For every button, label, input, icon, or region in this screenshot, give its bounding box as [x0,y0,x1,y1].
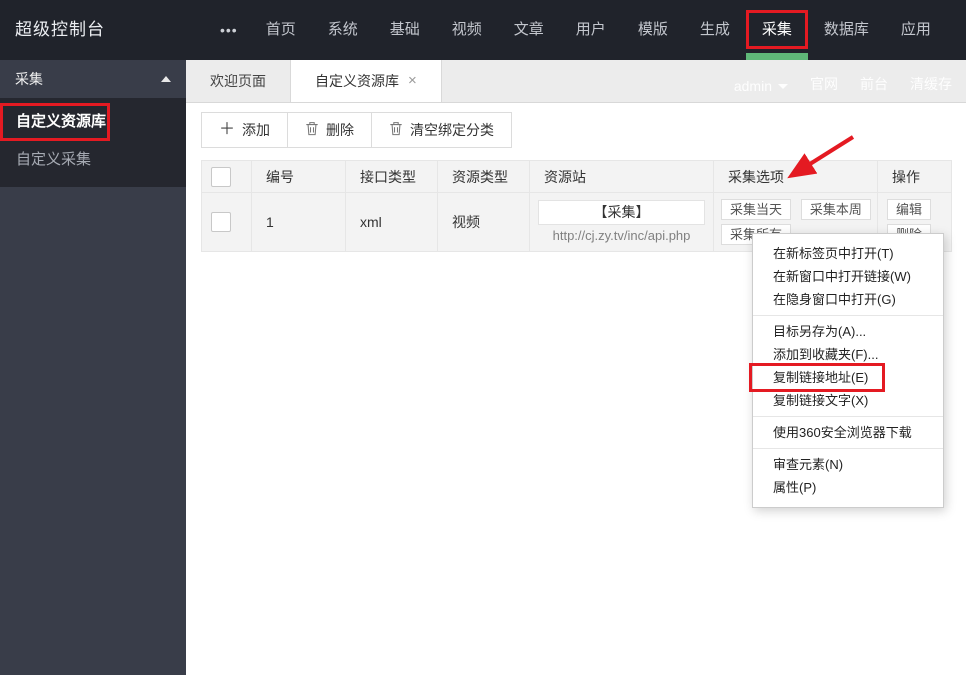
toolbar: ＋ 添加 删除 清空绑定分类 [201,112,951,148]
menu-item-label: 复制链接地址(E) [773,370,869,385]
link-official-site[interactable]: 官网 [810,74,838,94]
collect-week-button[interactable]: 采集本周 [800,199,871,220]
table-header-row: 编号 接口类型 资源类型 资源站 采集选项 操作 [201,160,952,193]
link-frontend[interactable]: 前台 [860,74,888,94]
nav-item-collect-label: 采集 [761,21,792,38]
col-header-site: 资源站 [529,160,714,193]
sidebar-item-custom-collect[interactable]: 自定义采集 [0,141,186,179]
menu-item-inspect-element[interactable]: 审查元素(N) [753,453,943,476]
clear-bound-category-button[interactable]: 清空绑定分类 [371,112,513,148]
col-header-api-type: 接口类型 [345,160,438,193]
row-site-cell: 【采集】 http://cj.zy.tv/inc/api.php [529,192,714,252]
nav-item-app[interactable]: 应用 [901,0,931,60]
trash-icon [389,121,403,139]
menu-item-copy-link-text[interactable]: 复制链接文字(X) [753,389,943,412]
user-menu[interactable]: admin [734,78,788,94]
top-header: 超级控制台 ••• 首页 系统 基础 视频 文章 用户 模版 生成 采集 数据库… [0,0,966,60]
close-icon[interactable]: × [408,60,417,102]
site-url-link[interactable]: http://cj.zy.tv/inc/api.php [538,227,705,245]
sidebar-group-label: 采集 [15,71,43,87]
row-api-type-cell: xml [345,192,438,252]
nav-active-indicator [745,53,808,60]
menu-separator [753,448,943,449]
sidebar-item-label: 自定义采集 [16,151,92,168]
edit-button[interactable]: 编辑 [887,199,932,220]
tab-custom-resource-lib[interactable]: 自定义资源库 × [291,60,442,102]
sidebar: 采集 自定义资源库 自定义采集 [0,60,186,675]
row-resource-type-cell: 视频 [437,192,530,252]
username: admin [733,78,772,94]
select-all-checkbox[interactable] [211,166,231,187]
nav-item-generate[interactable]: 生成 [700,0,730,60]
clear-button-label: 清空绑定分类 [410,122,495,138]
tab-bar: 欢迎页面 自定义资源库 × admin 官网 前台 清缓存 [186,60,966,103]
nav-item-collect[interactable]: 采集 [745,0,808,60]
add-button[interactable]: ＋ 添加 [201,112,289,148]
nav-item-article[interactable]: 文章 [514,0,544,60]
nav-item-database[interactable]: 数据库 [824,0,869,60]
tab-welcome[interactable]: 欢迎页面 [186,60,291,102]
nav-item-user[interactable]: 用户 [576,0,606,60]
menu-item-open-new-tab[interactable]: 在新标签页中打开(T) [753,242,943,265]
col-header-options: 采集选项 [713,160,878,193]
col-header-id: 编号 [251,160,346,193]
site-name-input[interactable]: 【采集】 [538,200,705,225]
delete-button-label: 删除 [326,122,355,138]
menu-item-copy-link-address[interactable]: 复制链接地址(E) [749,363,943,392]
sidebar-submenu: 自定义资源库 自定义采集 [0,98,186,187]
col-header-actions: 操作 [877,160,952,193]
sidebar-group-collect[interactable]: 采集 [0,60,186,98]
nav-item-basic[interactable]: 基础 [390,0,420,60]
chevron-down-icon [778,83,788,89]
delete-button[interactable]: 删除 [287,112,373,148]
menu-item-open-new-window[interactable]: 在新窗口中打开链接(W) [753,265,943,288]
add-button-label: 添加 [242,122,271,138]
menu-separator [753,315,943,316]
sidebar-item-custom-resource-lib[interactable]: 自定义资源库 [0,103,186,141]
row-checkbox[interactable] [211,212,231,232]
nav-item-home[interactable]: 首页 [266,0,296,60]
page: 超级控制台 ••• 首页 系统 基础 视频 文章 用户 模版 生成 采集 数据库… [0,0,966,675]
menu-item-save-target-as[interactable]: 目标另存为(A)... [753,320,943,343]
user-bar: admin 官网 前台 清缓存 [734,60,966,102]
plus-icon: ＋ [219,121,236,138]
collapse-up-icon [161,76,171,82]
context-menu: 在新标签页中打开(T) 在新窗口中打开链接(W) 在隐身窗口中打开(G) 目标另… [749,233,944,508]
tab-label: 自定义资源库 [315,73,399,89]
menu-item-open-incognito[interactable]: 在隐身窗口中打开(G) [753,288,943,311]
col-header-resource-type: 资源类型 [437,160,530,193]
menu-separator [753,416,943,417]
nav-item-template[interactable]: 模版 [638,0,668,60]
sidebar-item-label: 自定义资源库 [16,113,107,130]
nav-item-video[interactable]: 视频 [452,0,482,60]
menu-dots-icon[interactable]: ••• [220,0,238,60]
link-clear-cache[interactable]: 清缓存 [910,74,952,94]
menu-item-download-360browser[interactable]: 使用360安全浏览器下载 [753,421,943,444]
row-id-cell: 1 [251,192,346,252]
collect-today-button[interactable]: 采集当天 [721,199,792,220]
menu-item-add-to-favorites[interactable]: 添加到收藏夹(F)... [753,343,943,366]
nav-item-system[interactable]: 系统 [328,0,358,60]
menu-item-properties[interactable]: 属性(P) [753,476,943,499]
top-nav: 首页 系统 基础 视频 文章 用户 模版 生成 采集 数据库 应用 [266,0,931,60]
trash-icon [305,121,319,139]
app-title: 超级控制台 [15,20,105,39]
